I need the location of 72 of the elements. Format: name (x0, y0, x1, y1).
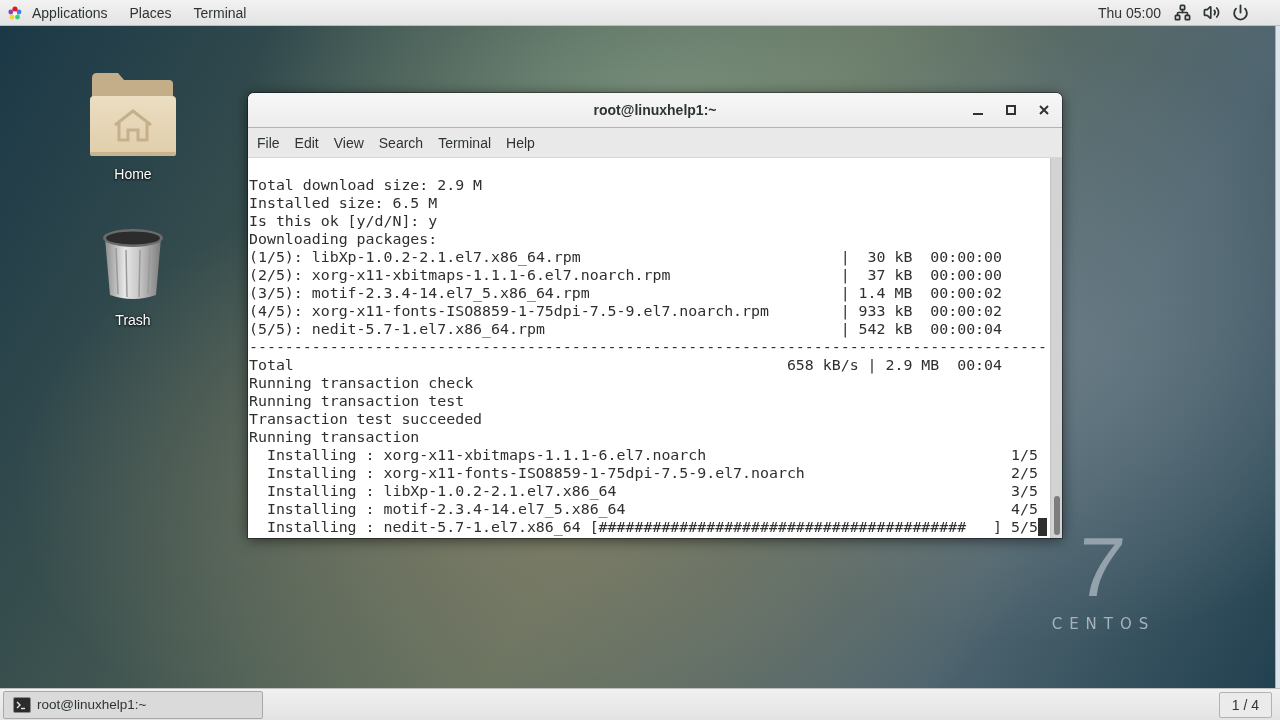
package-file-name: (3/5): motif-2.3.4-14.el7_5.x86_64.rpm (249, 284, 590, 302)
home-folder-icon (90, 72, 176, 156)
dash-line: ----------------------------------------------------------------------------------------- (249, 338, 1047, 356)
package-file-name: (1/5): libXp-1.0.2-2.1.el7.x86_64.rpm (249, 248, 581, 266)
step-count: 1/5 (1011, 446, 1038, 464)
column-separator: | (840, 248, 850, 266)
menu-item[interactable]: Search (371, 128, 431, 157)
workspace-indicator[interactable]: 1 / 4 (1218, 691, 1272, 718)
download-time: 00:00:02 (930, 284, 1003, 302)
terminal-text: Running transaction (249, 428, 420, 446)
download-size: 37 kB (867, 266, 913, 284)
package-file-name: (5/5): nedit-5.7-1.el7.x86_64.rpm (249, 320, 545, 338)
column-separator: | (867, 356, 877, 374)
install-step: Installing : motif-2.3.4-14.el7_5.x86_64 (266, 500, 626, 518)
download-size: 1.4 MB (858, 284, 913, 302)
scrollbar-thumb[interactable] (1054, 496, 1060, 535)
download-time: 00:00:04 (930, 320, 1003, 338)
trash-icon (102, 228, 164, 302)
download-size: 542 kB (858, 320, 913, 338)
install-step: Installing : libXp-1.0.2-2.1.el7.x86_64 (266, 482, 617, 500)
terminal-text: Installed size: 6.5 M (249, 194, 438, 212)
taskbar-window-button[interactable]: root@linuxhelp1:~ (3, 690, 263, 719)
terminal-text: Transaction test succeeded (249, 410, 483, 428)
wallpaper-numeral: 7 (1072, 531, 1128, 603)
close-icon (1038, 105, 1049, 115)
top-bar-menu[interactable]: Places (118, 0, 183, 25)
wallpaper-wordmark: CENTOS (1050, 615, 1156, 633)
power-icon[interactable] (1232, 4, 1249, 21)
install-step: Installing : xorg-x11-fonts-ISO8859-1-75dpi-7.5-9.el7.noarch (266, 464, 805, 482)
download-time: 00:00:00 (930, 266, 1003, 284)
download-rate: 658 kB/s (786, 356, 859, 374)
top-bar-menu[interactable]: Applications (8, 0, 119, 25)
total-label: Total (249, 356, 294, 374)
step-count: 4/5 (1011, 500, 1038, 518)
total-size: 2.9 MB (885, 356, 940, 374)
total-time: 00:04 (957, 356, 1002, 374)
step-count: 5/5 (1011, 518, 1038, 536)
package-file-name: (2/5): xorg-x11-xbitmaps-1.1.1-6.el7.noarch.rpm (249, 266, 671, 284)
progress-text: [######################################### ] (589, 518, 1003, 536)
flower-icon (8, 5, 22, 20)
minimize-icon (972, 113, 983, 115)
terminal-text: Is this ok [y/d/N]: y (249, 212, 438, 230)
download-size: 933 kB (858, 302, 913, 320)
terminal-text: Running transaction test (249, 392, 465, 410)
terminal-text: Downloading packages: (249, 230, 438, 248)
column-separator: | (840, 320, 850, 338)
volume-icon[interactable] (1203, 4, 1220, 21)
install-step: Installing : nedit-5.7-1.el7.x86_64 (266, 518, 581, 536)
top-bar-menu[interactable]: Terminal (182, 0, 258, 25)
step-count: 3/5 (1011, 482, 1038, 500)
menu-item[interactable]: View (326, 128, 371, 157)
scrollbar[interactable] (1050, 158, 1062, 538)
package-file-name: (4/5): xorg-x11-fonts-ISO8859-1-75dpi-7.5-9.el7.noarch.rpm (249, 302, 769, 320)
download-time: 00:00:02 (930, 302, 1003, 320)
column-separator: | (840, 284, 850, 302)
step-count: 2/5 (1011, 464, 1038, 482)
download-time: 00:00:00 (930, 248, 1003, 266)
clock-button[interactable]: Thu 05:00 (1097, 4, 1161, 21)
network-icon[interactable] (1174, 4, 1191, 21)
menu-item[interactable]: Edit (287, 128, 326, 157)
maximize-icon (1005, 105, 1016, 115)
column-separator: | (840, 302, 850, 320)
terminal-text: Total download size: 2.9 M (249, 176, 483, 194)
download-size: 30 kB (867, 248, 913, 266)
menu-item[interactable]: Terminal (431, 128, 499, 157)
terminal-icon (13, 696, 31, 713)
column-separator: | (840, 266, 850, 284)
install-step: Installing : xorg-x11-xbitmaps-1.1.1-6.el7.noarch (266, 446, 707, 464)
menu-item[interactable]: Help (499, 128, 542, 157)
terminal-text: Running transaction check (249, 374, 474, 392)
menu-item[interactable]: File (250, 128, 287, 157)
window-title: root@linuxhelp1:~ (593, 102, 717, 118)
